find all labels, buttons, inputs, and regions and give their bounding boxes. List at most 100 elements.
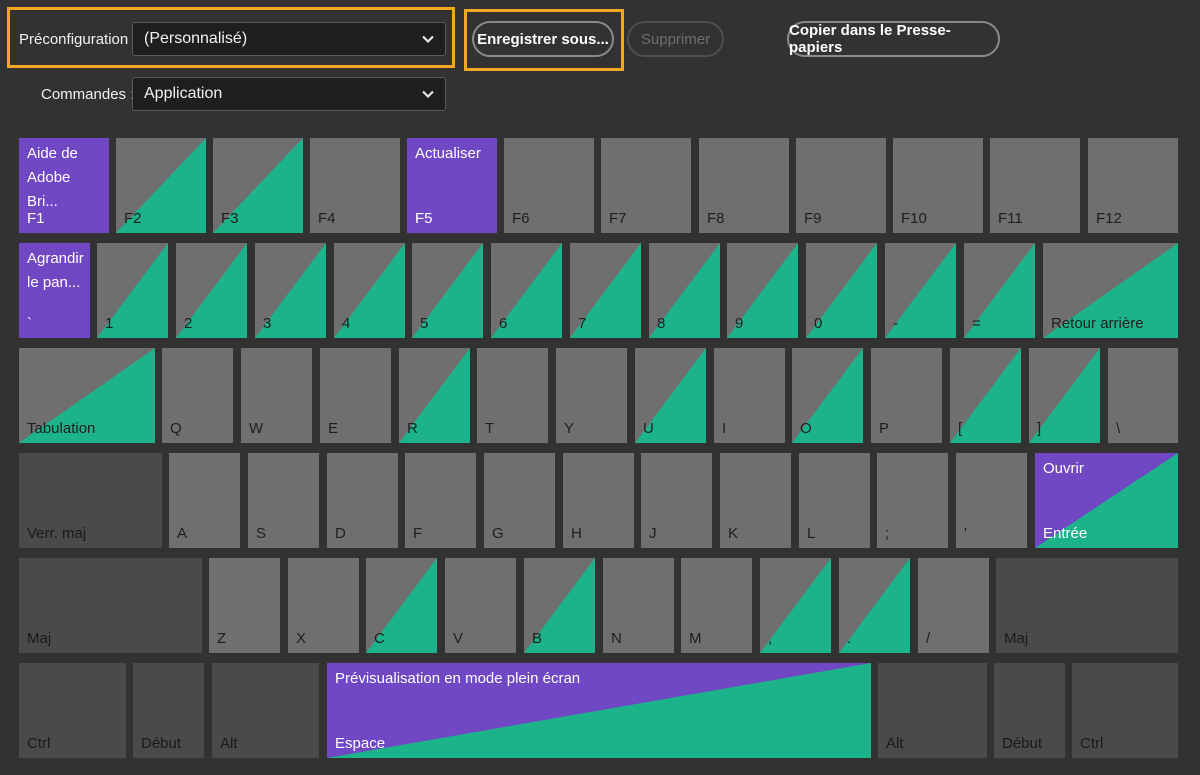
key-symbol[interactable]: ,: [760, 558, 831, 653]
key-s[interactable]: S: [248, 453, 319, 548]
key-cap-label: N: [611, 630, 622, 647]
key-9[interactable]: 9: [727, 243, 798, 338]
key-x[interactable]: X: [288, 558, 359, 653]
key-command-label: Aide de Adobe Bri...: [27, 145, 78, 210]
key-alt[interactable]: Alt: [878, 663, 987, 758]
key-f5[interactable]: Actualiser F5: [407, 138, 497, 233]
key-i[interactable]: I: [714, 348, 785, 443]
key-cap-label: ,: [768, 630, 773, 647]
key-symbol[interactable]: [: [950, 348, 1021, 443]
key-2[interactable]: 2: [176, 243, 247, 338]
key-cap-label: I: [722, 420, 727, 437]
key-cap-label: D: [335, 525, 346, 542]
key-maj[interactable]: Maj: [19, 558, 202, 653]
key-u[interactable]: U: [635, 348, 706, 443]
key-cap-label: 4: [342, 315, 351, 332]
key-f3[interactable]: F3: [213, 138, 303, 233]
key-f8[interactable]: F8: [699, 138, 789, 233]
key-7[interactable]: 7: [570, 243, 641, 338]
key-p[interactable]: P: [871, 348, 942, 443]
key-cap-label: ': [964, 525, 967, 542]
key-symbol[interactable]: .: [839, 558, 910, 653]
key-symbol[interactable]: Agrandir le pan... `: [19, 243, 90, 338]
key-symbol[interactable]: \: [1108, 348, 1178, 443]
key-f2[interactable]: F2: [116, 138, 206, 233]
key-3[interactable]: 3: [255, 243, 326, 338]
key-cap-label: T: [485, 420, 495, 437]
key-w[interactable]: W: [241, 348, 312, 443]
key-cap-label: F2: [124, 210, 142, 227]
commands-select-value: Application: [144, 85, 223, 102]
key-retour-arrière[interactable]: Retour arrière: [1043, 243, 1178, 338]
key-f10[interactable]: F10: [893, 138, 983, 233]
key-f4[interactable]: F4: [310, 138, 400, 233]
key-t[interactable]: T: [477, 348, 548, 443]
key-k[interactable]: K: [720, 453, 791, 548]
key-tabulation[interactable]: Tabulation: [19, 348, 155, 443]
key-b[interactable]: B: [524, 558, 595, 653]
key-cap-label: Début: [141, 735, 182, 752]
key-espace[interactable]: Prévisualisation en mode plein écran Espa…: [327, 663, 871, 758]
key-symbol[interactable]: /: [918, 558, 989, 653]
key-d[interactable]: D: [327, 453, 398, 548]
key-h[interactable]: H: [563, 453, 634, 548]
key-symbol[interactable]: ': [956, 453, 1027, 548]
key-e[interactable]: E: [320, 348, 391, 443]
key-ctrl[interactable]: Ctrl: [1072, 663, 1178, 758]
key-début[interactable]: Début: [994, 663, 1065, 758]
key-alt[interactable]: Alt: [212, 663, 319, 758]
key-cap-label: Retour arrière: [1051, 315, 1144, 332]
key-entrée[interactable]: Ouvrir Entrée: [1035, 453, 1178, 548]
key-f12[interactable]: F12: [1088, 138, 1178, 233]
key-4[interactable]: 4: [334, 243, 405, 338]
key-début[interactable]: Début: [133, 663, 204, 758]
key-y[interactable]: Y: [556, 348, 627, 443]
key-cap-label: F10: [901, 210, 927, 227]
key-8[interactable]: 8: [649, 243, 720, 338]
key-6[interactable]: 6: [491, 243, 562, 338]
key-f11[interactable]: F11: [990, 138, 1080, 233]
save-as-button[interactable]: Enregistrer sous...: [472, 21, 614, 57]
key-symbol[interactable]: ]: [1029, 348, 1100, 443]
key-f9[interactable]: F9: [796, 138, 886, 233]
key-j[interactable]: J: [641, 453, 712, 548]
key-m[interactable]: M: [681, 558, 752, 653]
key-ctrl[interactable]: Ctrl: [19, 663, 126, 758]
key-r[interactable]: R: [399, 348, 470, 443]
key-f7[interactable]: F7: [601, 138, 691, 233]
key-1[interactable]: 1: [97, 243, 168, 338]
copy-to-clipboard-button[interactable]: Copier dans le Presse-papiers: [787, 21, 1000, 57]
key-z[interactable]: Z: [209, 558, 280, 653]
commands-select[interactable]: Application: [132, 77, 446, 111]
key-l[interactable]: L: [799, 453, 870, 548]
key-cap-label: F11: [998, 210, 1023, 227]
key-cap-label: G: [492, 525, 504, 542]
key-maj[interactable]: Maj: [996, 558, 1178, 653]
key-o[interactable]: O: [792, 348, 863, 443]
key-cap-label: 8: [657, 315, 666, 332]
key-a[interactable]: A: [169, 453, 240, 548]
key-symbol[interactable]: =: [964, 243, 1035, 338]
key-5[interactable]: 5: [412, 243, 483, 338]
key-f6[interactable]: F6: [504, 138, 594, 233]
key-cap-label: Z: [217, 630, 227, 647]
key-command-label: Actualiser: [415, 145, 481, 162]
key-c[interactable]: C: [366, 558, 437, 653]
delete-button[interactable]: Supprimer: [627, 21, 724, 57]
key-f1[interactable]: Aide de Adobe Bri... F1: [19, 138, 109, 233]
key-cap-label: W: [249, 420, 264, 437]
key-0[interactable]: 0: [806, 243, 877, 338]
key-g[interactable]: G: [484, 453, 555, 548]
key-v[interactable]: V: [445, 558, 516, 653]
key-symbol[interactable]: -: [885, 243, 956, 338]
key-symbol[interactable]: ;: [877, 453, 948, 548]
key-verr-maj[interactable]: Verr. maj: [19, 453, 162, 548]
key-cap-label: L: [807, 525, 816, 542]
key-cap-label: X: [296, 630, 307, 647]
key-cap-label: Maj: [1004, 630, 1029, 647]
preset-select[interactable]: (Personnalisé): [132, 22, 446, 56]
key-n[interactable]: N: [603, 558, 674, 653]
key-f[interactable]: F: [405, 453, 476, 548]
key-q[interactable]: Q: [162, 348, 233, 443]
key-cap-label: 0: [814, 315, 823, 332]
